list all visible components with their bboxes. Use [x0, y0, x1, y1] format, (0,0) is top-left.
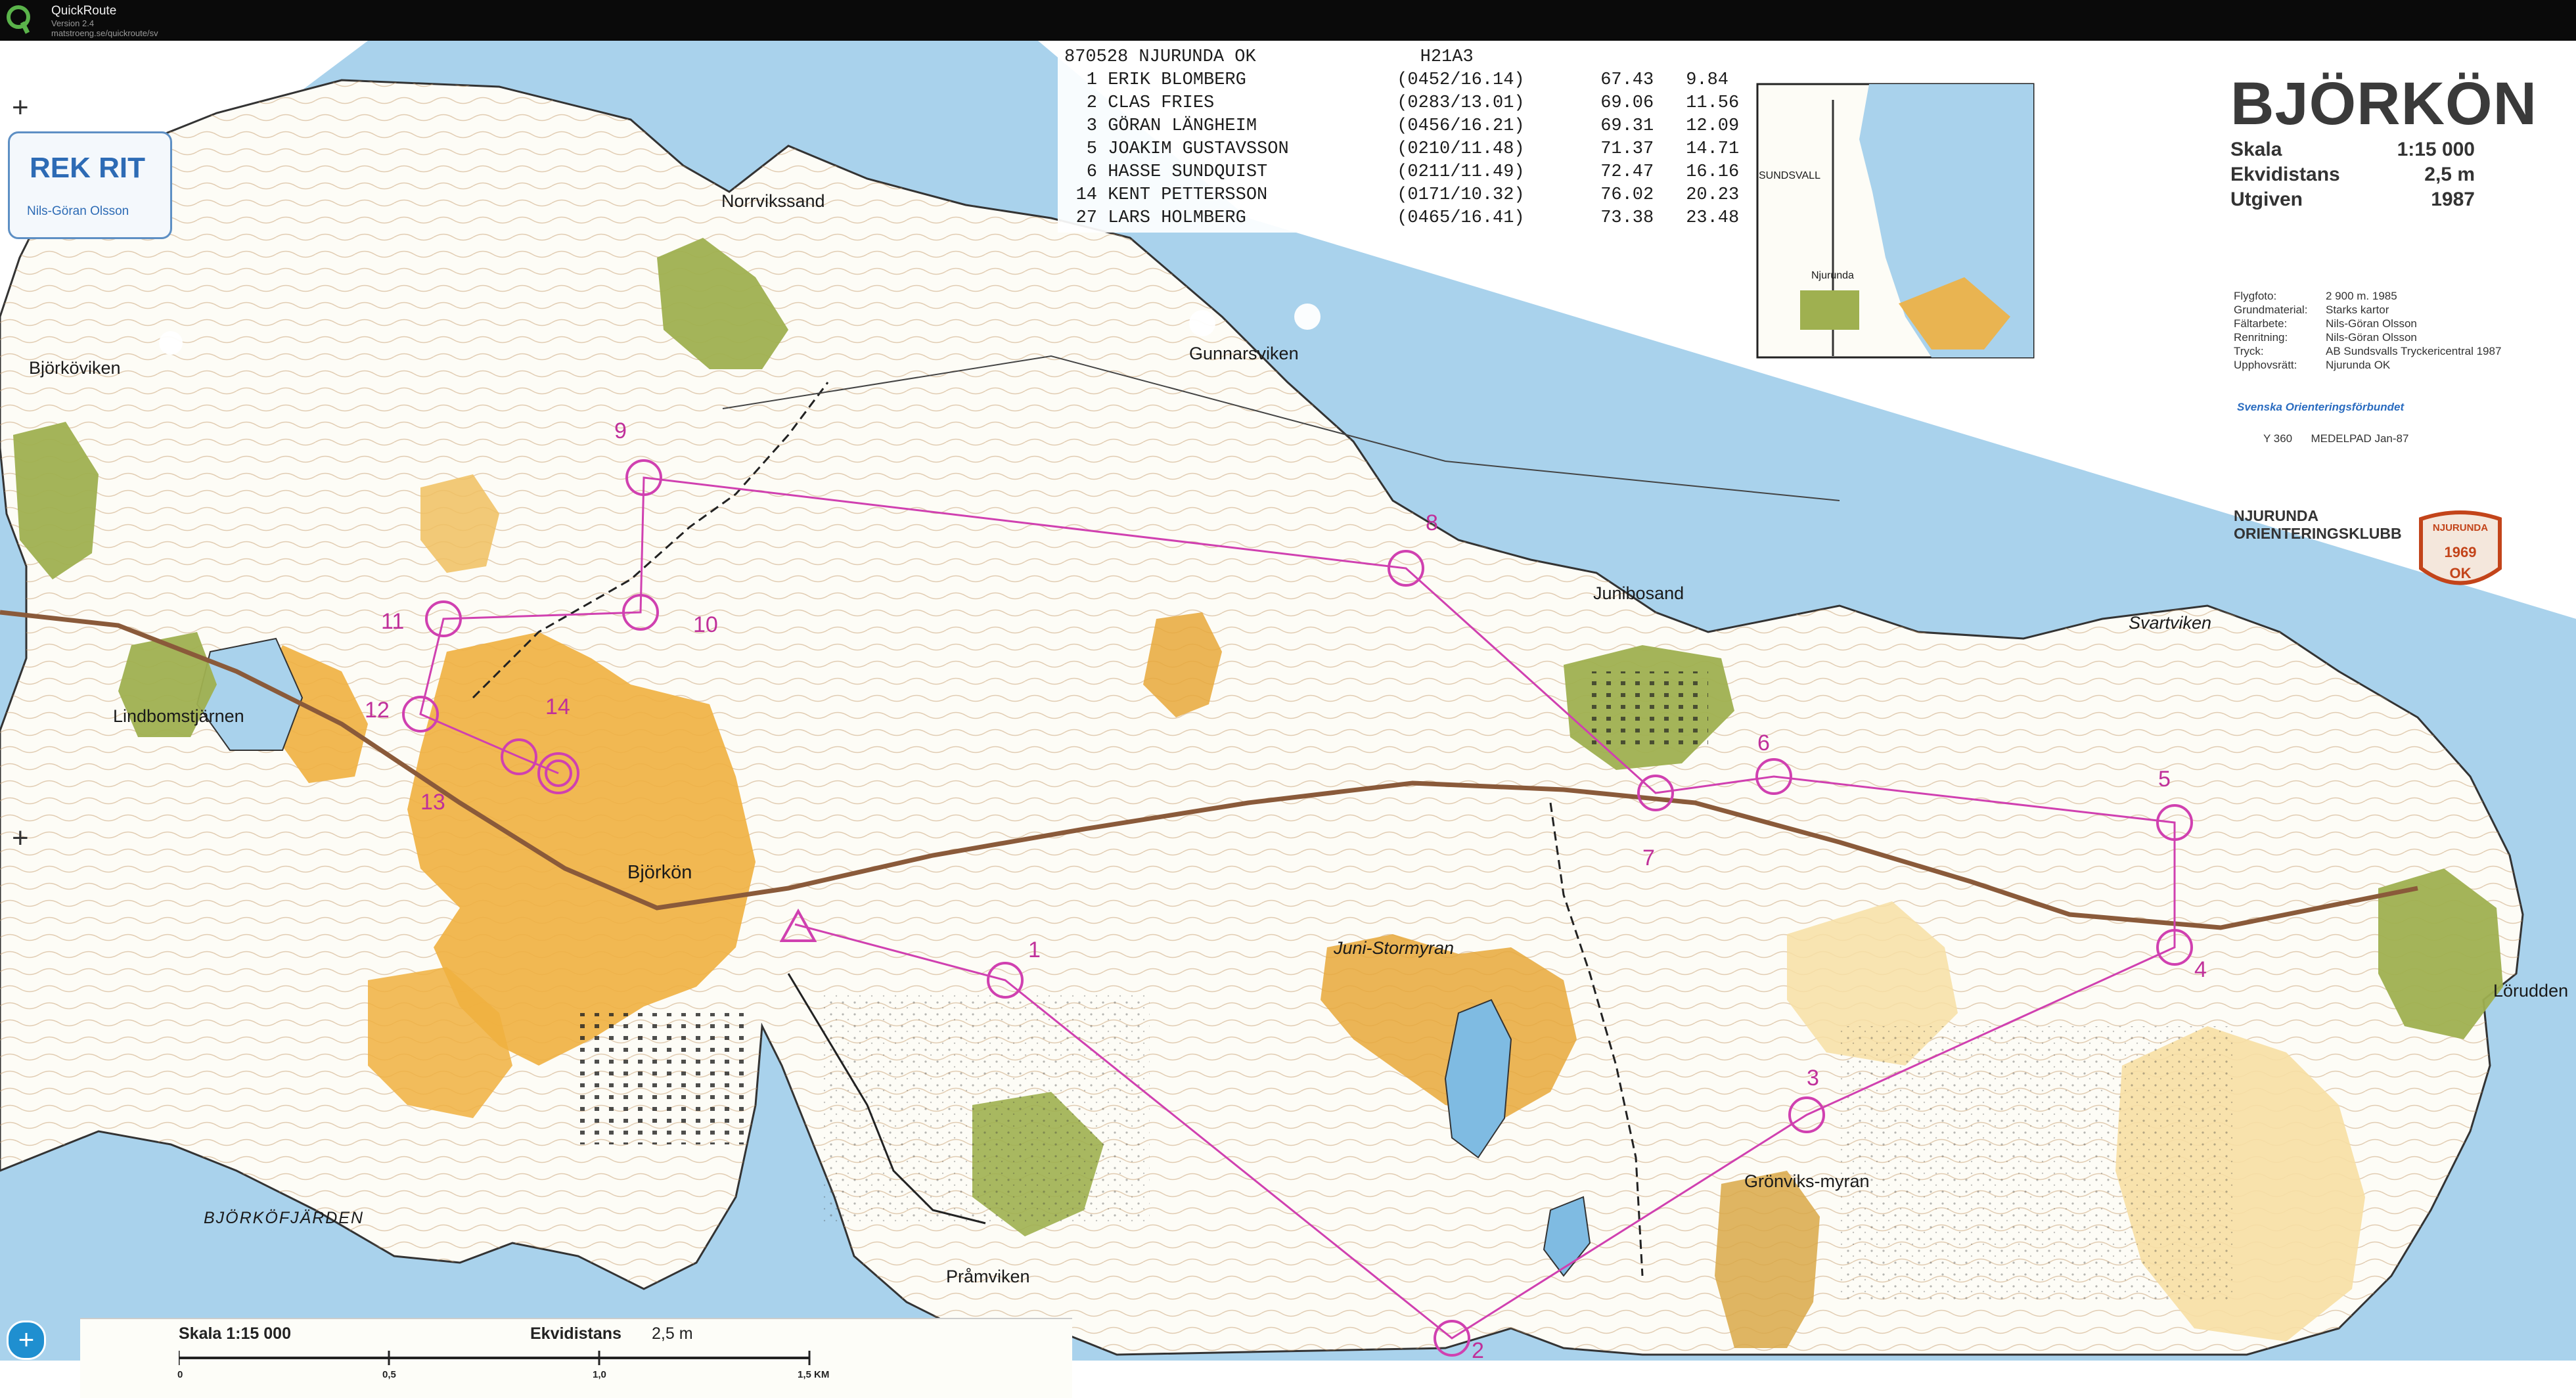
club-name: NJURUNDA ORIENTERINGSKLUBB	[2234, 507, 2402, 543]
federation-logo: Svenska Orienteringsförbundet	[2237, 401, 2405, 413]
punch-hole-2	[1294, 304, 1321, 330]
place-bjorkoviken: Björköviken	[29, 358, 121, 378]
app-titlebar: QuickRoute Version 2.4 matstroeng.se/qui…	[0, 0, 2576, 41]
scale-bar: Skala 1:15 000 Ekvidistans 2,5 m 0 0,5 1…	[80, 1318, 1072, 1398]
rekorit-logo: REK RIT Nils-Göran Olsson	[8, 131, 172, 239]
credit-row: Renritning: Nils-Göran Olsson	[2234, 331, 2417, 344]
control-number-7: 7	[1642, 846, 1655, 870]
scale-tick-3: 1,5 KM	[798, 1369, 830, 1380]
results-table: 870528 NJURUNDA OK H21A3 1 ERIK BLOMBERG(…	[1058, 43, 1746, 233]
place-lindbomstjarnen: Lindbomstjärnen	[113, 706, 244, 726]
punch-hole-3	[159, 331, 183, 355]
map-canvas[interactable]: 1 2 3 4 5 6 7 8 9 10 11 12 13 14 Norrvik…	[0, 41, 2576, 1361]
credit-row: Upphovsrätt: Njurunda OK	[2234, 359, 2391, 371]
inset-label-njurunda: Njurunda	[1811, 270, 1854, 281]
control-number-9: 9	[614, 418, 627, 443]
scale-tick-0: 0	[177, 1369, 183, 1380]
result-row: 5 JOAKIM GUSTAVSSON (0210/11.48) 71.37 14.7…	[1086, 139, 1740, 159]
map-title: BJÖRKÖN	[2230, 70, 2538, 137]
result-row: 1 ERIK BLOMBERG (0452/16.14) 67.43 9.84	[1086, 70, 1729, 90]
orienteering-map[interactable]: 1 2 3 4 5 6 7 8 9 10 11 12 13 14 Norrvik…	[0, 41, 2576, 1398]
control-number-3: 3	[1807, 1066, 1819, 1091]
control-number-1: 1	[1028, 937, 1041, 962]
control-number-2: 2	[1472, 1338, 1484, 1361]
crosshair-plus-icon-mid: +	[12, 822, 29, 854]
place-lorudden: Lörudden	[2493, 981, 2568, 1001]
rekorit-author: Nils-Göran Olsson	[27, 204, 129, 218]
control-number-4: 4	[2194, 957, 2207, 982]
control-number-14: 14	[545, 694, 570, 719]
map-title-block: BJÖRKÖN Skala 1:15 000 Ekvidistans 2,5 m U…	[2230, 70, 2572, 214]
map-credits: Flygfoto: 2 900 m. 1985 Grundmaterial: Sta…	[2234, 289, 2501, 372]
map-sheet-id: Y 360 MEDELPAD Jan-87	[2263, 432, 2409, 445]
credit-row: Tryck: AB Sundsvalls Tryckericentral 1987	[2234, 345, 2502, 357]
houses-pattern-2	[1590, 671, 1708, 750]
result-row: 27 LARS HOLMBERG (0465/16.41) 73.38 23.48	[1075, 208, 1740, 228]
control-number-5: 5	[2158, 767, 2171, 792]
app-title: QuickRoute	[51, 4, 117, 18]
place-pramviken: Pråmviken	[946, 1267, 1030, 1286]
club-badge-bottom: OK	[2450, 565, 2472, 581]
stony-ground	[1840, 1026, 2234, 1302]
place-bjorkon: Björkön	[627, 862, 692, 883]
control-number-13: 13	[420, 790, 445, 815]
spec-scale: Skala 1:15 000	[2230, 139, 2475, 160]
club-name-line2: ORIENTERINGSKLUBB	[2234, 525, 2402, 542]
club-badge-year: 1969	[2445, 544, 2477, 560]
crosshair-plus-icon: +	[12, 91, 29, 124]
club-badge-top: NJURUNDA	[2433, 522, 2488, 533]
place-svartviken: Svartviken	[2129, 613, 2211, 633]
place-gronviks-myran: Grönviks-myran	[1744, 1171, 1870, 1191]
result-row: 6 HASSE SUNDQUIST (0211/11.49) 72.47 16.16	[1086, 162, 1740, 182]
houses-pattern	[578, 1013, 749, 1144]
results-class: H21A3	[1420, 47, 1474, 67]
control-number-10: 10	[693, 612, 718, 637]
credit-row: Grundmaterial: Starks kartor	[2234, 304, 2389, 316]
control-number-12: 12	[365, 698, 390, 723]
punch-hole-1	[1189, 310, 1215, 336]
result-row: 14 KENT PETTERSSON (0171/10.32) 76.02 20.23	[1075, 185, 1740, 205]
scale-tick-1: 0,5	[382, 1369, 396, 1380]
credit-row: Fältarbete: Nils-Göran Olsson	[2234, 317, 2417, 330]
app-url: matstroeng.se/quickroute/sv	[51, 28, 158, 38]
scale-label: Skala 1:15 000	[179, 1324, 291, 1343]
control-number-8: 8	[1426, 510, 1438, 535]
spec-published: Utgiven 1987	[2230, 189, 2475, 210]
inset-map: SUNDSVALL Njurunda	[1756, 83, 2035, 359]
contour-interval-label: Ekvidistans	[530, 1324, 621, 1343]
results-event: 870528 NJURUNDA OK	[1064, 47, 1256, 67]
stony-ground-2	[821, 993, 1150, 1223]
club-badge-icon: NJURUNDA 1969 OK	[2419, 510, 2502, 585]
scale-tick-2: 1,0	[593, 1369, 606, 1380]
inset-label-sundsvall: SUNDSVALL	[1759, 170, 1820, 181]
rekorit-logo-text: REK RIT	[30, 152, 145, 184]
control-number-6: 6	[1757, 731, 1770, 755]
control-number-11: 11	[381, 609, 404, 634]
place-juni-stormyran: Juni-Stormyran	[1333, 938, 1454, 958]
result-row: 3 GÖRAN LÄNGHEIM (0456/16.21) 69.31 12.09	[1086, 116, 1740, 136]
place-junibosand: Junibosand	[1593, 583, 1684, 603]
app-version: Version 2.4	[51, 18, 95, 28]
spec-contour-interval: Ekvidistans 2,5 m	[2230, 164, 2475, 185]
club-name-line1: NJURUNDA	[2234, 507, 2319, 524]
place-norrvikssand: Norrvikssand	[721, 191, 825, 211]
place-bjorkofjarden: BJÖRKÖFJÄRDEN	[204, 1209, 364, 1227]
result-row: 2 CLAS FRIES (0283/13.01) 69.06 11.56	[1086, 93, 1740, 113]
scale-bar-graphic	[179, 1351, 811, 1365]
zoom-in-button[interactable]: +	[7, 1320, 46, 1360]
credit-row: Flygfoto: 2 900 m. 1985	[2234, 290, 2397, 302]
results-header: 870528 NJURUNDA OK H21A3	[1064, 46, 1739, 69]
contour-interval-value: 2,5 m	[652, 1324, 693, 1343]
quickroute-app-icon	[7, 5, 30, 34]
place-gunnarsviken: Gunnarsviken	[1189, 344, 1299, 363]
